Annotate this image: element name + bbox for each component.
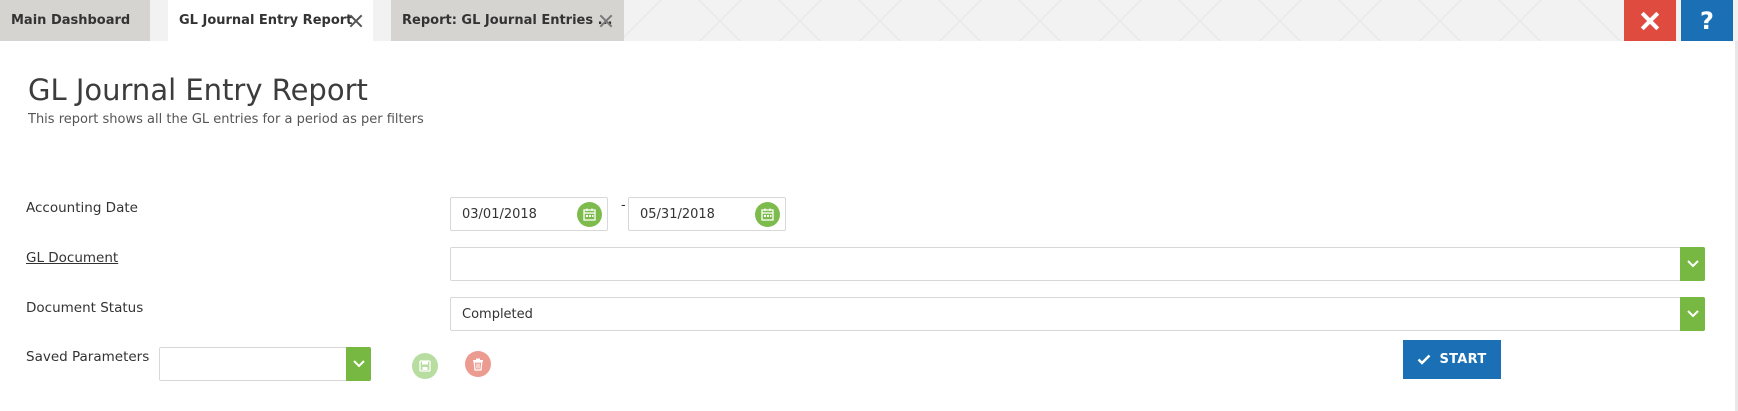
start-button[interactable]: START bbox=[1403, 340, 1501, 379]
calendar-icon[interactable] bbox=[577, 202, 602, 227]
saved-parameters-label: Saved Parameters bbox=[26, 349, 150, 365]
save-icon bbox=[419, 360, 431, 372]
date-from-value: 03/01/2018 bbox=[462, 207, 537, 222]
date-range-separator: - bbox=[621, 198, 626, 213]
close-icon[interactable] bbox=[349, 14, 363, 28]
document-status-select[interactable]: Completed bbox=[450, 297, 1705, 331]
accounting-date-to-field[interactable]: 05/31/2018 bbox=[628, 197, 786, 231]
document-status-value: Completed bbox=[462, 307, 533, 322]
accounting-date-from-field[interactable]: 03/01/2018 bbox=[450, 197, 608, 231]
close-icon[interactable] bbox=[599, 14, 613, 28]
help-icon: ? bbox=[1700, 6, 1714, 35]
gl-document-select[interactable] bbox=[450, 247, 1705, 281]
tab-gl-journal-entry-report[interactable]: GL Journal Entry Report bbox=[168, 0, 373, 41]
close-window-button[interactable] bbox=[1624, 0, 1676, 41]
tab-bar: Main Dashboard GL Journal Entry Report R… bbox=[0, 0, 1738, 41]
page-subtitle: This report shows all the GL entries for… bbox=[28, 112, 424, 127]
tab-label: Report: GL Journal Entries ... bbox=[402, 13, 613, 28]
trash-icon bbox=[473, 358, 483, 371]
gl-document-label[interactable]: GL Document bbox=[26, 250, 118, 266]
chevron-down-icon[interactable] bbox=[1680, 297, 1705, 331]
check-icon bbox=[1418, 354, 1431, 365]
calendar-icon[interactable] bbox=[755, 202, 780, 227]
date-to-value: 05/31/2018 bbox=[640, 207, 715, 222]
tab-label: GL Journal Entry Report bbox=[179, 13, 353, 28]
delete-parameters-button[interactable] bbox=[465, 351, 491, 377]
help-button[interactable]: ? bbox=[1681, 0, 1733, 41]
accounting-date-label: Accounting Date bbox=[26, 200, 138, 216]
saved-parameters-select[interactable] bbox=[159, 347, 371, 381]
chevron-down-icon[interactable] bbox=[1680, 247, 1705, 281]
document-status-label: Document Status bbox=[26, 300, 144, 316]
save-parameters-button[interactable] bbox=[412, 353, 438, 379]
close-icon bbox=[1640, 11, 1660, 31]
tab-label: Main Dashboard bbox=[11, 13, 131, 28]
start-button-label: START bbox=[1439, 352, 1487, 367]
page-title: GL Journal Entry Report bbox=[28, 73, 368, 107]
tab-main-dashboard[interactable]: Main Dashboard bbox=[0, 0, 150, 41]
chevron-down-icon[interactable] bbox=[346, 347, 371, 381]
tab-report-gl-journal-entries[interactable]: Report: GL Journal Entries ... bbox=[391, 0, 624, 41]
